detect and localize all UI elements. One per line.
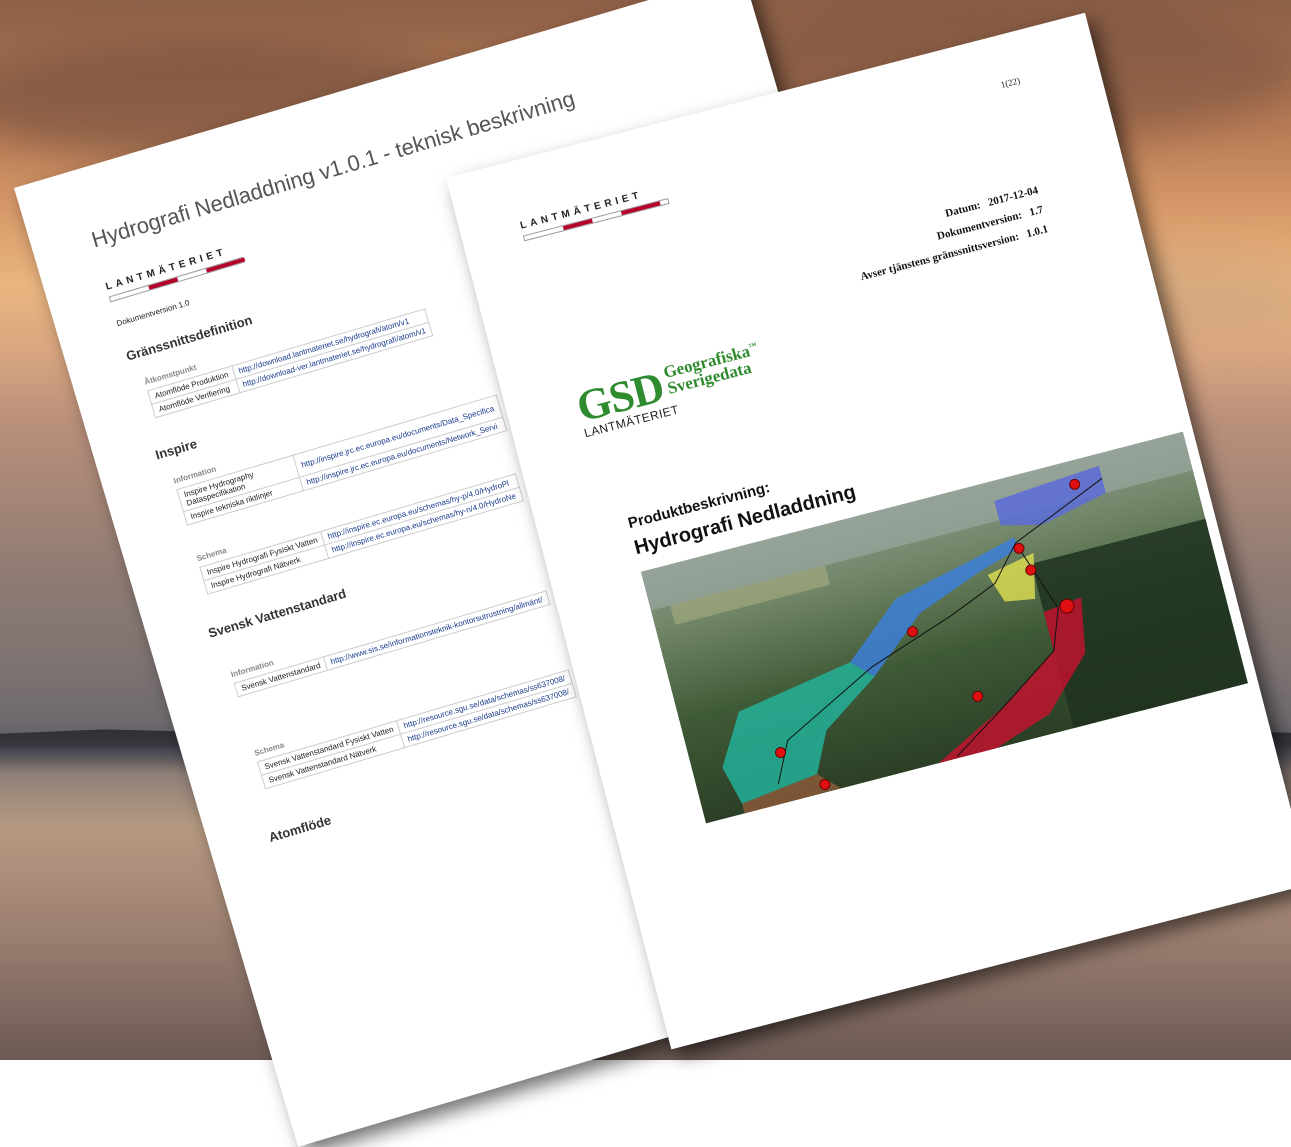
document-meta: Datum:2017-12-04 Dokumentversion: 1.7 Avs… <box>848 181 1050 288</box>
link[interactable]: http://www.sis.se/informationsteknik-kon… <box>323 591 550 671</box>
lantmateriet-logo: LANTMÄTERIET <box>519 184 670 242</box>
gsd-logo: GSD Geografiska™ Sverigedata LANTMÄTERIE… <box>571 340 758 441</box>
svensk-schema-table: Svensk Vattenstandard Fysiskt Vatten htt… <box>257 669 577 789</box>
page-number: 1(22) <box>999 75 1022 90</box>
